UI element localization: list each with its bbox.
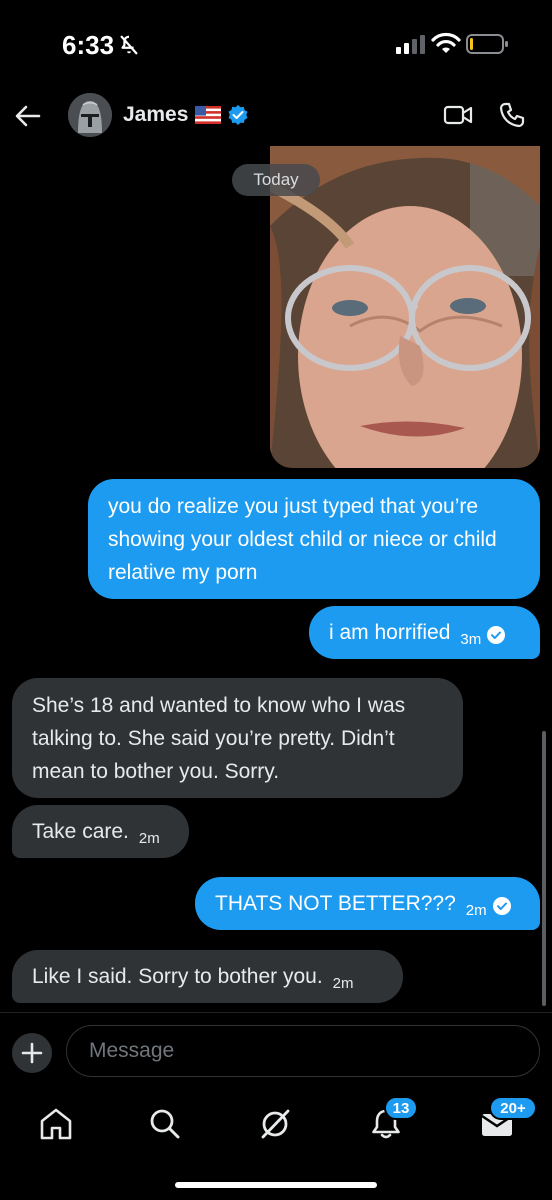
read-receipt-icon — [487, 626, 506, 645]
message-text: Take care. — [32, 820, 129, 843]
message-composer — [0, 1012, 552, 1088]
message-timestamp: 2m — [332, 975, 354, 992]
message-timestamp: 3m — [460, 631, 482, 648]
us-flag-icon — [195, 106, 221, 124]
message-text: THATS NOT BETTER??? — [215, 892, 456, 915]
video-call-icon[interactable] — [443, 102, 473, 128]
message-bubble-received[interactable]: She’s 18 and wanted to know who I was ta… — [12, 678, 463, 798]
battery-icon — [466, 34, 508, 54]
message-bubble-received[interactable]: Take care. 2m — [12, 805, 189, 858]
helmet-avatar-image — [68, 93, 112, 137]
message-thread[interactable]: Today you do realize you just typed that… — [0, 146, 552, 1012]
plus-icon — [21, 1042, 43, 1064]
message-bubble-sent[interactable]: i am horrified 3m — [309, 606, 540, 659]
avatar[interactable] — [68, 93, 112, 137]
read-receipt-icon — [492, 897, 511, 916]
mute-icon — [120, 35, 138, 55]
home-icon[interactable] — [36, 1104, 76, 1144]
bottom-tab-bar: 13 20+ — [0, 1088, 552, 1200]
message-timestamp: 2m — [465, 902, 487, 919]
add-attachment-button[interactable] — [12, 1033, 52, 1073]
message-text: She’s 18 and wanted to know who I was ta… — [32, 694, 406, 783]
wifi-icon — [431, 32, 461, 53]
signal-icon — [396, 35, 425, 54]
status-bar: 6:33 — [0, 0, 552, 90]
search-icon[interactable] — [145, 1104, 185, 1144]
message-bubble-received[interactable]: Like I said. Sorry to bother you. 2m — [12, 950, 403, 1003]
messages-badge: 20+ — [489, 1096, 537, 1120]
notifications-badge: 13 — [384, 1096, 418, 1120]
message-bubble-sent[interactable]: THATS NOT BETTER??? 2m — [195, 877, 540, 930]
message-input[interactable] — [66, 1025, 540, 1077]
conversation-header: James — [0, 90, 552, 146]
back-arrow-icon[interactable] — [14, 102, 42, 130]
message-text: i am horrified — [329, 621, 451, 644]
message-bubble-sent[interactable]: you do realize you just typed that you’r… — [88, 479, 540, 599]
status-time: 6:33 — [62, 30, 115, 60]
contact-name[interactable]: James — [123, 103, 188, 127]
phone-icon[interactable] — [498, 101, 526, 129]
scrollbar[interactable] — [542, 731, 546, 1006]
message-text: you do realize you just typed that you’r… — [108, 495, 497, 584]
verified-icon — [228, 105, 248, 125]
message-text: Like I said. Sorry to bother you. — [32, 965, 323, 988]
home-indicator — [175, 1182, 377, 1188]
grok-icon[interactable] — [255, 1104, 295, 1144]
message-timestamp: 2m — [138, 830, 160, 847]
date-separator: Today — [232, 164, 320, 196]
